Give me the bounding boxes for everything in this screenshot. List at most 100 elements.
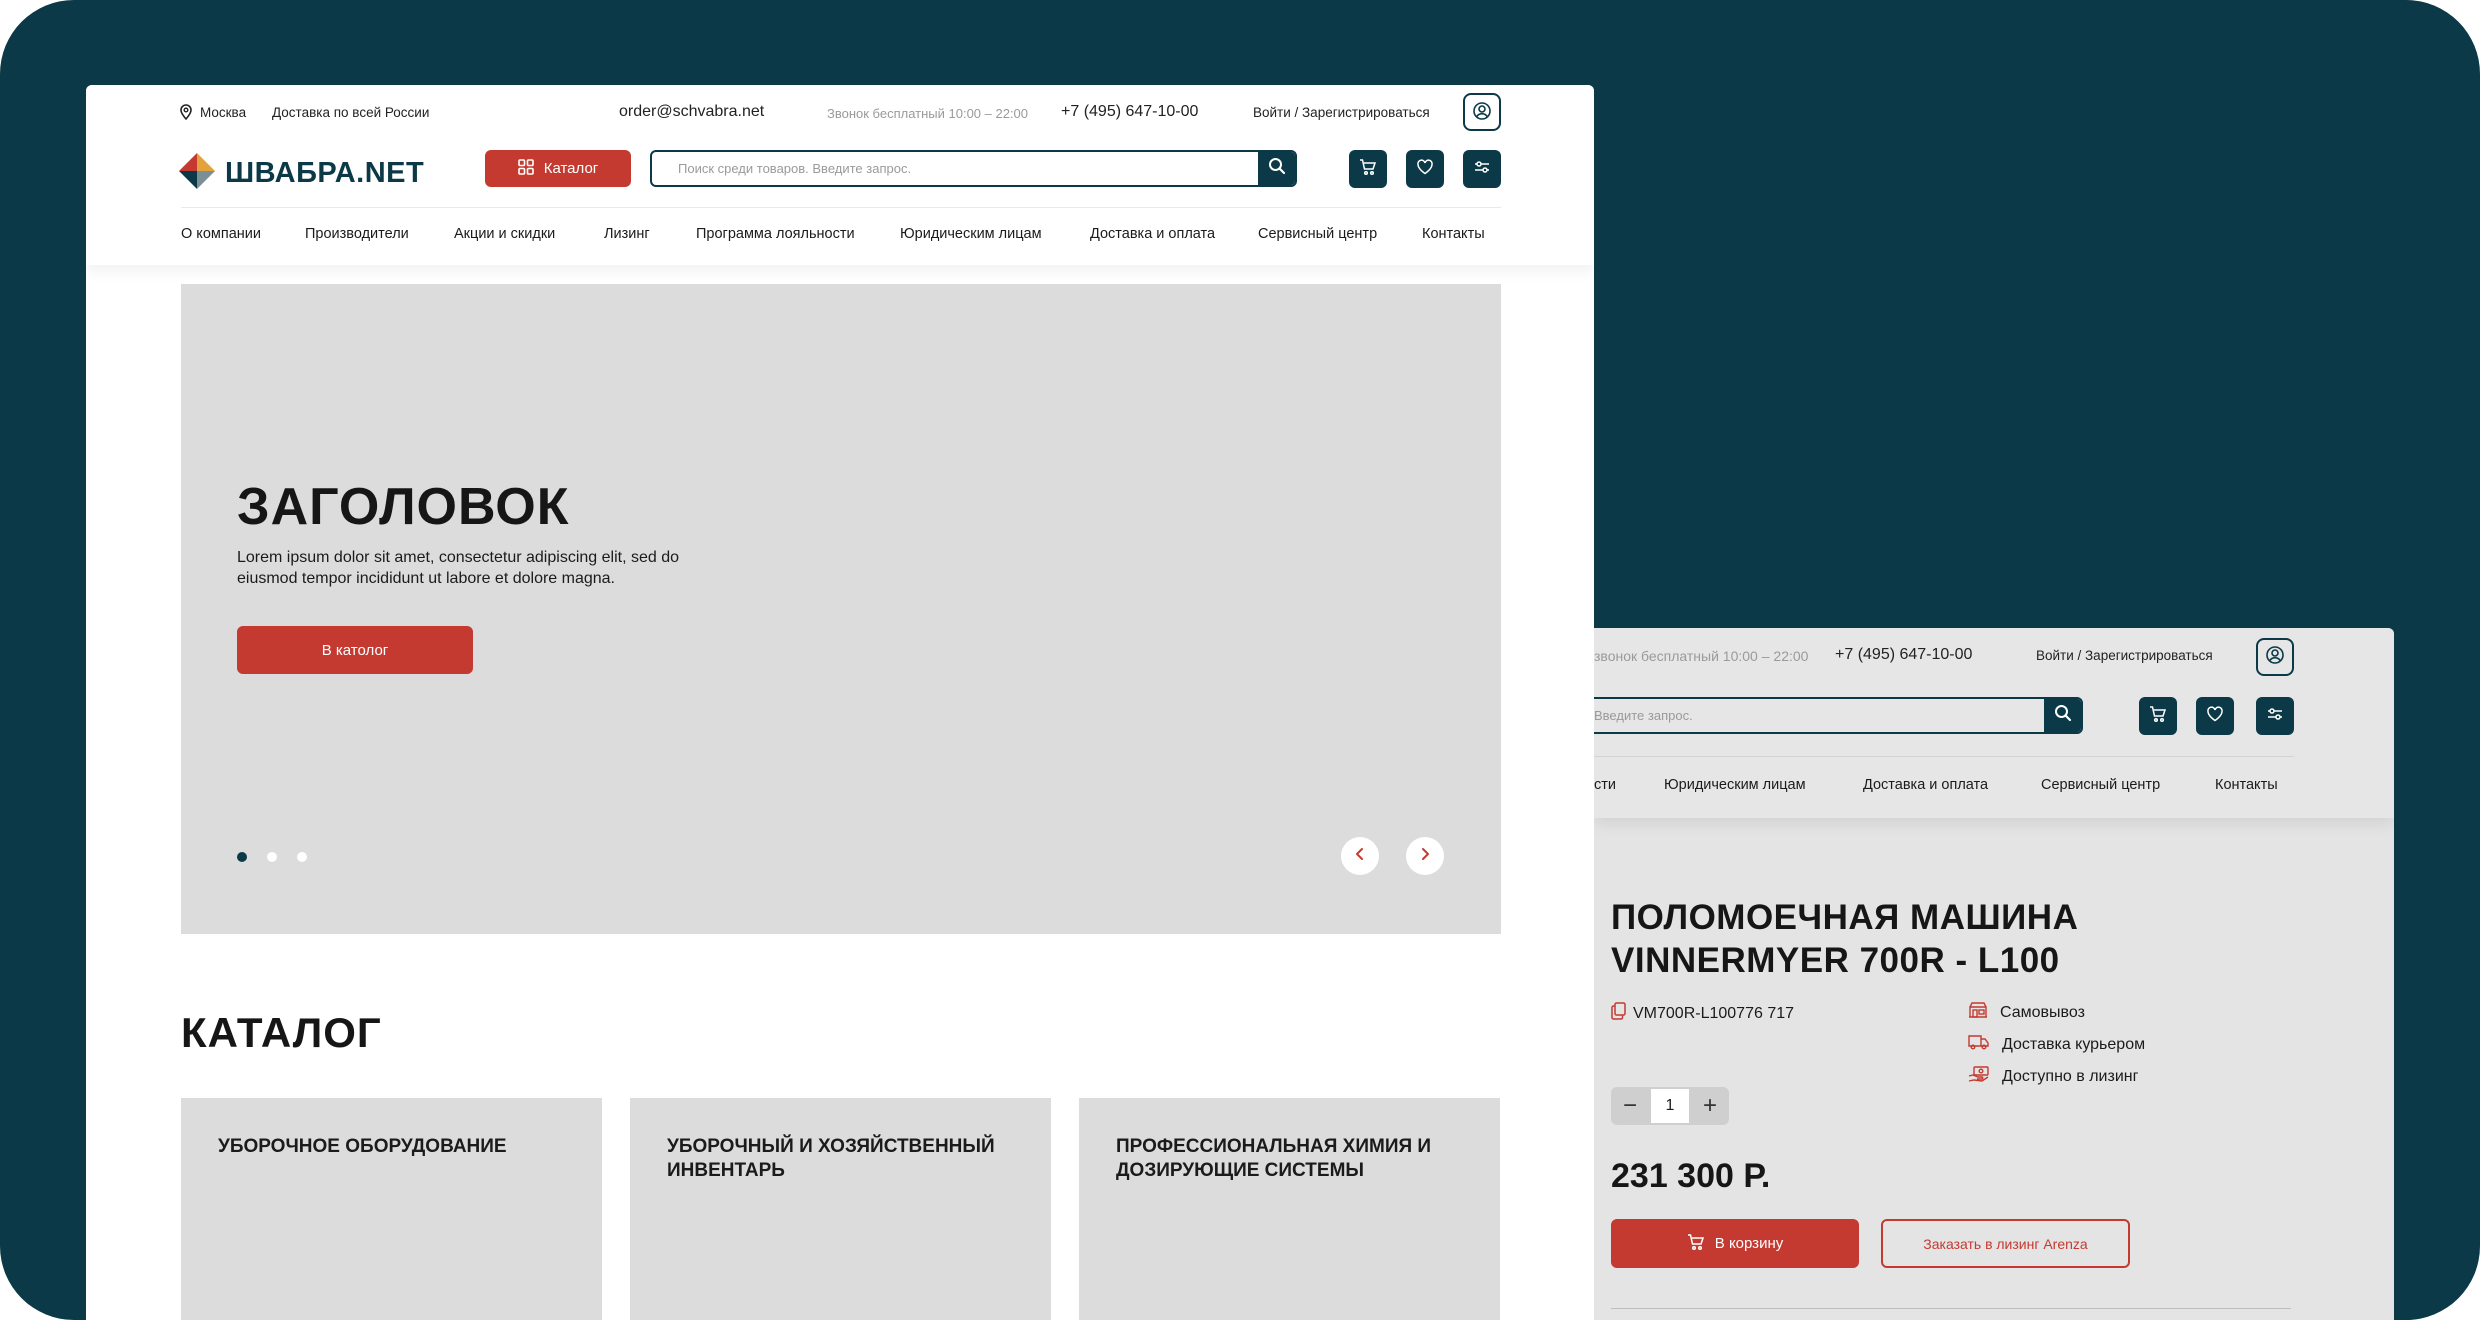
cart-icon xyxy=(2149,705,2167,728)
nav-item-leasing[interactable]: Лизинг xyxy=(604,226,650,242)
feature-label: Самовывоз xyxy=(2000,1003,2085,1021)
catalog-button[interactable]: Каталог xyxy=(485,150,631,187)
phone-link[interactable]: +7 (495) 647-10-00 xyxy=(1061,103,1198,121)
hand-money-icon xyxy=(1968,1066,1990,1087)
quantity-minus-button[interactable]: − xyxy=(1611,1087,1649,1125)
product-divider xyxy=(1611,1308,2291,1309)
copy-icon[interactable] xyxy=(1611,1002,1627,1025)
search-button[interactable] xyxy=(2044,699,2081,732)
cart-icon xyxy=(1687,1233,1705,1255)
nav-item-legal[interactable]: Юридическим лицам xyxy=(900,226,1042,242)
location-pin-icon xyxy=(179,104,193,123)
search-bar xyxy=(650,150,1297,187)
chevron-left-icon xyxy=(1353,847,1367,866)
nav-item-loyalty[interactable]: Программа лояльности xyxy=(696,226,855,242)
search-icon xyxy=(1268,157,1286,180)
user-circle-icon xyxy=(1472,101,1492,124)
account-button[interactable] xyxy=(1463,93,1501,131)
slider-dot[interactable] xyxy=(267,852,277,862)
showcase-frame: Москва Доставка по всей России order@sch… xyxy=(0,0,2480,1320)
email-link[interactable]: order@schvabra.net xyxy=(619,103,764,121)
sliders-icon xyxy=(2266,705,2284,728)
add-to-cart-label: В корзину xyxy=(1714,1235,1784,1252)
compare-button[interactable] xyxy=(2256,697,2294,735)
nav-item-about[interactable]: О компании xyxy=(181,226,261,242)
cart-button[interactable] xyxy=(2139,697,2177,735)
hero-banner: ЗАГОЛОВОК Lorem ipsum dolor sit amet, co… xyxy=(181,284,1501,934)
catalog-button-label: Каталог xyxy=(543,160,599,177)
product-page-window: звонок бесплатный 10:00 – 22:00 +7 (495)… xyxy=(1594,628,2394,1320)
hero-title: ЗАГОЛОВОК xyxy=(237,478,570,536)
quantity-plus-button[interactable]: + xyxy=(1691,1087,1729,1125)
cart-button[interactable] xyxy=(1349,150,1387,188)
feature-label: Доступно в лизинг xyxy=(2002,1067,2139,1085)
product-sku: VM700R-L100776 717 xyxy=(1611,1002,1794,1025)
add-to-cart-button[interactable]: В корзину xyxy=(1611,1219,1859,1268)
nav-item-sales[interactable]: Акции и скидки xyxy=(454,226,555,242)
city-link[interactable]: Москва xyxy=(200,105,246,120)
slider-next-button[interactable] xyxy=(1406,837,1444,875)
search-bar xyxy=(1594,697,2083,734)
user-circle-icon xyxy=(2265,645,2285,670)
hero-catalog-button[interactable]: В католог xyxy=(237,626,473,674)
nav-item-delivery[interactable]: Доставка и оплата xyxy=(1863,777,1988,793)
nav-item-truncated[interactable]: сти xyxy=(1594,777,1616,793)
login-link[interactable]: Войти / Зарегистрироваться xyxy=(1253,105,1430,120)
feature-label: Доставка курьером xyxy=(2002,1035,2146,1053)
feature-leasing: Доступно в лизинг xyxy=(1968,1066,2138,1087)
catalog-section-title: КАТАЛОГ xyxy=(181,1009,382,1056)
nav-item-service[interactable]: Сервисный центр xyxy=(2041,777,2160,793)
favorites-button[interactable] xyxy=(2196,697,2234,735)
slider-dot[interactable] xyxy=(297,852,307,862)
search-icon xyxy=(2054,704,2072,727)
order-leasing-button[interactable]: Заказать в лизинг Arenza xyxy=(1881,1219,2130,1268)
catalog-card-inventory[interactable]: УБОРОЧНЫЙ И ХОЗЯЙСТВЕННЫЙ ИНВЕНТАРЬ xyxy=(630,1098,1051,1320)
site-logo[interactable]: ШВАБРА.NET xyxy=(179,153,424,194)
call-hours: Звонок бесплатный 10:00 – 22:00 xyxy=(827,106,1029,121)
quantity-stepper: − 1 + xyxy=(1611,1087,1729,1125)
feature-courier: Доставка курьером xyxy=(1968,1034,2145,1055)
compare-button[interactable] xyxy=(1463,150,1501,188)
hero-text: Lorem ipsum dolor sit amet, consectetur … xyxy=(237,549,679,587)
cart-icon xyxy=(1359,158,1377,181)
search-input[interactable] xyxy=(1594,699,2048,732)
catalog-card-title: УБОРОЧНЫЙ И ХОЗЯЙСТВЕННЫЙ ИНВЕНТАРЬ xyxy=(667,1136,995,1181)
feature-pickup: Самовывоз xyxy=(1968,1002,2085,1023)
quantity-value[interactable]: 1 xyxy=(1651,1089,1689,1123)
favorites-button[interactable] xyxy=(1406,150,1444,188)
login-link[interactable]: Войти / Зарегистрироваться xyxy=(2036,648,2213,663)
home-page-window: Москва Доставка по всей России order@sch… xyxy=(86,85,1594,1320)
nav-item-service[interactable]: Сервисный центр xyxy=(1258,226,1377,242)
slider-prev-button[interactable] xyxy=(1341,837,1379,875)
account-button[interactable] xyxy=(2256,638,2294,676)
site-header: Москва Доставка по всей России order@sch… xyxy=(86,85,1594,265)
search-input[interactable] xyxy=(652,152,1262,185)
logo-text: ШВАБРА.NET xyxy=(225,157,425,189)
nav-item-manufacturers[interactable]: Производители xyxy=(305,226,409,242)
store-icon xyxy=(1968,1002,1988,1023)
catalog-card-equipment[interactable]: УБОРОЧНОЕ ОБОРУДОВАНИЕ xyxy=(181,1098,602,1320)
search-button[interactable] xyxy=(1258,152,1295,185)
truck-icon xyxy=(1968,1034,1990,1055)
catalog-card-title: УБОРОЧНОЕ ОБОРУДОВАНИЕ xyxy=(218,1136,507,1157)
catalog-card-chemistry[interactable]: ПРОФЕССИОНАЛЬНАЯ ХИМИЯ И ДОЗИРУЮЩИЕ СИСТ… xyxy=(1079,1098,1500,1320)
slider-dot-active[interactable] xyxy=(237,852,247,862)
heart-icon xyxy=(2206,705,2224,728)
logo-diamond-icon xyxy=(179,153,215,194)
call-hours: звонок бесплатный 10:00 – 22:00 xyxy=(1594,648,1809,664)
chevron-right-icon xyxy=(1418,847,1432,866)
nav-item-delivery[interactable]: Доставка и оплата xyxy=(1090,226,1215,242)
grid-icon xyxy=(517,158,534,179)
delivery-info: Доставка по всей России xyxy=(272,105,430,120)
product-title: ПОЛОМОЕЧНАЯ МАШИНА VINNERMYER 700R - L10… xyxy=(1611,898,2079,980)
phone-link[interactable]: +7 (495) 647-10-00 xyxy=(1835,646,1972,664)
heart-icon xyxy=(1416,158,1434,181)
product-price: 231 300 Р. xyxy=(1611,1157,1771,1195)
catalog-card-title: ПРОФЕССИОНАЛЬНАЯ ХИМИЯ И ДОЗИРУЮЩИЕ СИСТ… xyxy=(1116,1136,1432,1181)
header-divider xyxy=(1594,756,2294,757)
nav-item-contacts[interactable]: Контакты xyxy=(2215,777,2278,793)
nav-item-contacts[interactable]: Контакты xyxy=(1422,226,1485,242)
sliders-icon xyxy=(1473,158,1491,181)
nav-item-legal[interactable]: Юридическим лицам xyxy=(1664,777,1806,793)
product-header: звонок бесплатный 10:00 – 22:00 +7 (495)… xyxy=(1594,628,2394,818)
